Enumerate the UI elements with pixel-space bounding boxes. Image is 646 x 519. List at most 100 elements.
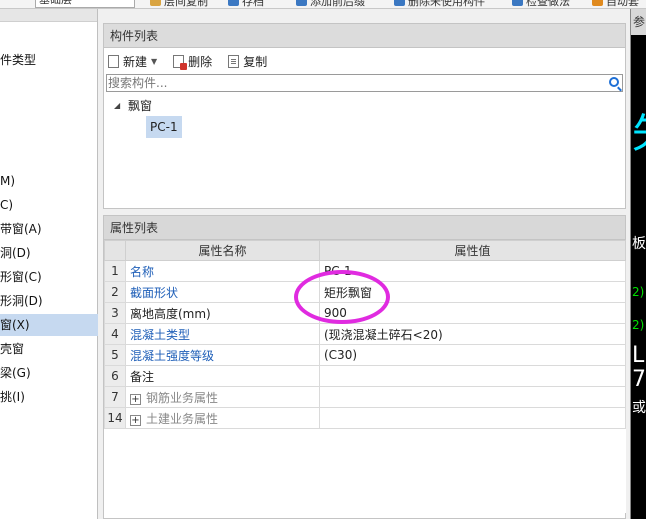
- drawing-canvas[interactable]: 参 矢 板 2) 2) L 7 或: [630, 9, 646, 519]
- property-list-title: 属性列表: [104, 216, 625, 240]
- nav-item[interactable]: 带窗(A): [0, 218, 98, 240]
- component-type-panel: 件类型 M) C) 带窗(A) 洞(D) 形窗(C) 形洞(D) 窗(X) 壳窗…: [0, 9, 98, 519]
- property-name: 离地高度(mm): [125, 302, 320, 324]
- property-value[interactable]: (C30): [319, 344, 626, 366]
- tree-item-pc-1[interactable]: PC-1: [146, 116, 182, 138]
- nav-item[interactable]: 挑(I): [0, 386, 98, 408]
- canvas-text: 板: [632, 236, 646, 252]
- nav-item[interactable]: 壳窗: [0, 338, 98, 360]
- delete-icon: [173, 54, 188, 70]
- property-name-text: 离地高度(mm): [130, 306, 211, 321]
- component-toolbar: 新建 ▼ 删除 复制: [104, 48, 625, 74]
- expand-plus-icon[interactable]: +: [130, 414, 141, 426]
- canvas-text: 2): [632, 318, 645, 332]
- column-header-name: 属性名称: [125, 240, 320, 261]
- property-name: 混凝土类型: [125, 323, 320, 345]
- row-number: 1: [104, 260, 126, 282]
- empty-row: [104, 449, 626, 471]
- property-name-text: 混凝土强度等级: [130, 348, 215, 363]
- row-number: 14: [104, 407, 126, 429]
- search-icon[interactable]: [609, 77, 619, 87]
- property-name: 混凝土强度等级: [125, 344, 320, 366]
- delete-unused-button[interactable]: 删除未使用构件: [394, 0, 485, 8]
- row-number: 2: [104, 281, 126, 303]
- property-name-text: 土建业务属性: [146, 411, 219, 426]
- component-search: [106, 74, 623, 92]
- nav-item[interactable]: M): [0, 170, 98, 192]
- canvas-text: 7: [632, 367, 646, 392]
- chevron-down-icon[interactable]: ▼: [151, 57, 157, 66]
- empty-row: [104, 470, 626, 492]
- property-name: 备注: [125, 365, 320, 387]
- expand-triangle-icon[interactable]: ◢: [114, 96, 124, 116]
- nav-item-selected[interactable]: 窗(X): [0, 314, 98, 336]
- app-window: 基础层 层间复制 存档 添加前后缀 删除未使用构件 检查做法 自动套 件类型 M…: [0, 0, 646, 519]
- nav-item[interactable]: 形窗(C): [0, 266, 98, 288]
- property-value[interactable]: (现浇混凝土碎石<20): [319, 323, 626, 345]
- property-row[interactable]: 14 + 土建业务属性: [104, 407, 626, 429]
- save-icon: [228, 0, 239, 6]
- canvas-text: 矢: [632, 101, 646, 159]
- nav-item[interactable]: 梁(G): [0, 362, 98, 384]
- component-list-title: 构件列表: [104, 24, 625, 48]
- prefix-icon: [296, 0, 307, 6]
- nav-item[interactable]: C): [0, 194, 98, 216]
- property-name-text: 混凝土类型: [130, 327, 191, 342]
- search-input[interactable]: [107, 75, 597, 91]
- property-row[interactable]: 6 备注: [104, 365, 626, 387]
- property-name-text: 备注: [130, 369, 155, 384]
- property-value[interactable]: [319, 365, 626, 387]
- add-prefix-suffix-button[interactable]: 添加前后缀: [296, 0, 365, 8]
- property-row[interactable]: 4 混凝土类型 (现浇混凝土碎石<20): [104, 323, 626, 345]
- row-number-header: [104, 240, 126, 261]
- canvas-header: 参: [631, 9, 646, 35]
- new-doc-icon: [108, 54, 119, 68]
- row-number: 3: [104, 302, 126, 324]
- column-header-value: 属性值: [319, 240, 626, 261]
- property-row[interactable]: 5 混凝土强度等级 (C30): [104, 344, 626, 366]
- empty-row: [104, 428, 626, 450]
- row-number: 4: [104, 323, 126, 345]
- property-list-panel: 属性列表 属性名称 属性值 1 名称 PC-1 2 截面形状 矩形飘窗 3 离地高度(mm) 9…: [103, 215, 626, 519]
- layer-combo[interactable]: 基础层: [35, 0, 135, 8]
- left-panel-header: [0, 9, 97, 22]
- copy-icon: [228, 54, 240, 68]
- auto-apply-button[interactable]: 自动套: [592, 0, 639, 8]
- component-tree: ◢ 飘窗 PC-1: [104, 92, 625, 138]
- row-number: 7: [104, 386, 126, 408]
- canvas-text: 或: [632, 400, 646, 416]
- copy-between-layers-button[interactable]: 层间复制: [150, 0, 208, 8]
- component-list-panel: 构件列表 新建 ▼ 删除 复制 搜索构件... ◢ 飘窗 PC-1: [103, 23, 626, 209]
- canvas-text: L: [632, 343, 645, 368]
- tree-group-bay-window[interactable]: ◢ 飘窗: [114, 96, 625, 116]
- row-number: 5: [104, 344, 126, 366]
- annotation-circle: [294, 270, 390, 324]
- delete-button[interactable]: 删除: [173, 53, 212, 70]
- property-name: 名称: [125, 260, 320, 282]
- row-number: 6: [104, 365, 126, 387]
- property-name: + 土建业务属性: [125, 407, 320, 429]
- nav-item[interactable]: 件类型: [0, 49, 98, 71]
- save-button[interactable]: 存档: [228, 0, 264, 8]
- top-toolbar: 基础层 层间复制 存档 添加前后缀 删除未使用构件 检查做法 自动套: [0, 0, 646, 9]
- check-method-button[interactable]: 检查做法: [512, 0, 570, 8]
- expand-plus-icon[interactable]: +: [130, 393, 141, 405]
- nav-item[interactable]: 洞(D): [0, 242, 98, 264]
- new-button[interactable]: 新建 ▼: [108, 53, 157, 70]
- property-name-text: 截面形状: [130, 285, 179, 300]
- delete-unused-icon: [394, 0, 405, 6]
- empty-row: [104, 491, 626, 513]
- property-name: + 钢筋业务属性: [125, 386, 320, 408]
- copy-button[interactable]: 复制: [228, 53, 267, 70]
- nav-item[interactable]: 形洞(D): [0, 290, 98, 312]
- property-value[interactable]: [319, 407, 626, 429]
- property-row[interactable]: 7 + 钢筋业务属性: [104, 386, 626, 408]
- auto-apply-icon: [592, 0, 603, 6]
- property-name-text: 钢筋业务属性: [146, 390, 219, 405]
- center-panel: 构件列表 新建 ▼ 删除 复制 搜索构件... ◢ 飘窗 PC-1 属性列表 属…: [103, 9, 626, 519]
- property-name-text: 名称: [130, 264, 155, 279]
- canvas-text: 2): [632, 285, 645, 299]
- check-icon: [512, 0, 523, 6]
- property-value[interactable]: [319, 386, 626, 408]
- copy-layers-icon: [150, 0, 161, 6]
